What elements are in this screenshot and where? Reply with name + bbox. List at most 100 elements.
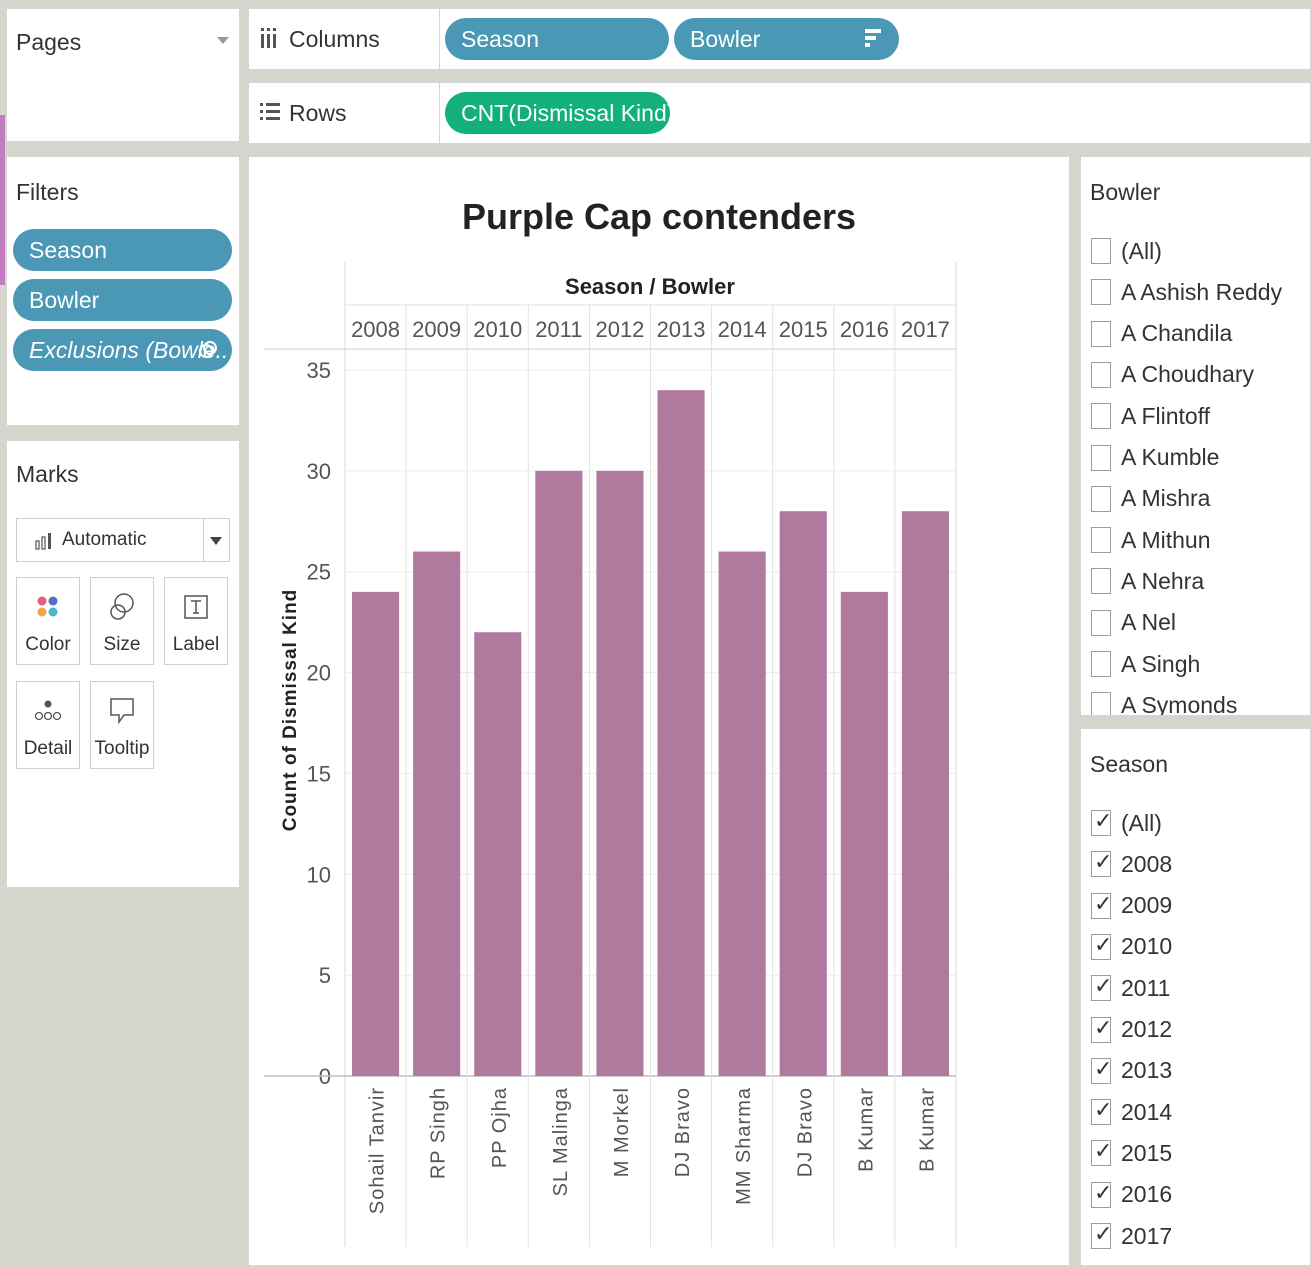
season-filter-option[interactable]: ✓ 2013 <box>1091 1056 1172 1086</box>
checkbox-checked[interactable]: ✓ <box>1091 932 1112 960</box>
bowler-filter-option[interactable]: A Mithun <box>1091 525 1211 555</box>
checkbox-checked[interactable]: ✓ <box>1091 849 1112 878</box>
bar[interactable] <box>718 551 766 1076</box>
season-filter-option-label: 2016 <box>1121 1181 1173 1208</box>
checkbox[interactable] <box>1091 320 1111 347</box>
column-pill-bowler[interactable]: Bowler <box>674 18 899 60</box>
season-filter-option-label: 2014 <box>1121 1098 1173 1125</box>
bowler-axis-label: SL Malinga <box>550 1087 572 1196</box>
checkbox-checked[interactable]: ✓ <box>1091 1015 1112 1043</box>
bowler-filter-option-label: A Chandila <box>1121 320 1233 347</box>
detail-button[interactable]: Detail <box>16 681 80 769</box>
bar-chart: Purple Cap contenders Season / Bowler Co… <box>264 196 957 1247</box>
bowler-filter-option[interactable]: A Mishra <box>1091 484 1210 514</box>
checkbox-checked[interactable]: ✓ <box>1091 891 1112 919</box>
season-header-label: 2015 <box>779 317 828 342</box>
bowler-filter-option-label: A Nel <box>1121 609 1176 636</box>
filter-pill-season[interactable]: Season <box>13 229 232 271</box>
season-filter-option[interactable]: ✓ 2011 <box>1091 973 1170 1003</box>
season-filter-option[interactable]: ✓ 2017 <box>1091 1221 1172 1251</box>
bowler-axis-label: M Morkel <box>611 1087 633 1177</box>
bowler-filter-option[interactable]: A Choudhary <box>1091 360 1254 390</box>
filter-pill-exclusions[interactable]: Exclusions (Bowle.. <box>13 329 232 371</box>
season-filter-option[interactable]: ✓ 2012 <box>1091 1015 1172 1045</box>
bar[interactable] <box>840 591 888 1076</box>
checkbox-checked[interactable]: ✓ <box>1091 973 1113 1002</box>
bowler-filter-option[interactable]: (All) <box>1091 236 1162 266</box>
bar[interactable] <box>474 632 522 1076</box>
label-button[interactable]: Label <box>164 577 228 665</box>
bowler-axis-label: Sohail Tanvir <box>367 1087 389 1214</box>
bowler-filter-card: Bowler (All) A Ashish Reddy A Chandila A Ch… <box>1080 156 1311 716</box>
bar[interactable] <box>901 511 949 1076</box>
rows-shelf: Rows CNT(Dismissal Kind) <box>248 82 1311 144</box>
season-filter-option[interactable]: ✓ (All) <box>1091 808 1162 838</box>
checkbox[interactable] <box>1091 568 1111 595</box>
checkbox[interactable] <box>1091 403 1111 430</box>
season-header-label: 2009 <box>412 317 461 342</box>
season-header-label: 2016 <box>840 317 889 342</box>
bowler-filter-option[interactable]: A Nehra <box>1091 566 1204 596</box>
checkbox[interactable] <box>1091 279 1111 306</box>
season-filter-option[interactable]: ✓ 2016 <box>1091 1180 1172 1210</box>
season-filter-option[interactable]: ✓ 2010 <box>1091 932 1172 962</box>
checkbox-checked[interactable]: ✓ <box>1091 1056 1112 1084</box>
bowler-filter-option[interactable]: A Singh <box>1091 649 1200 679</box>
checkbox-checked[interactable]: ✓ <box>1091 1097 1113 1126</box>
filter-pill-bowler[interactable]: Bowler <box>13 279 232 321</box>
checkbox[interactable] <box>1091 485 1111 512</box>
row-pill-cnt-dismissal-kind[interactable]: CNT(Dismissal Kind) <box>445 92 670 134</box>
size-button[interactable]: Size <box>90 577 154 665</box>
bowler-filter-option[interactable]: A Ashish Reddy <box>1091 277 1282 307</box>
checkbox[interactable] <box>1091 651 1111 677</box>
column-pill-season[interactable]: Season <box>445 18 669 60</box>
tooltip-button[interactable]: Tooltip <box>90 681 154 769</box>
check-icon: ✓ <box>1094 1097 1113 1123</box>
checkbox[interactable] <box>1091 692 1111 715</box>
checkbox-checked[interactable]: ✓ <box>1091 1221 1112 1249</box>
season-filter-option[interactable]: ✓ 2015 <box>1091 1138 1172 1168</box>
checkbox-checked[interactable]: ✓ <box>1091 808 1112 836</box>
season-header-label: 2017 <box>901 317 950 342</box>
bowler-filter-option[interactable]: A Kumble <box>1091 443 1219 473</box>
bar[interactable] <box>596 470 644 1076</box>
y-tick-label: 15 <box>307 761 331 786</box>
season-filter-option[interactable]: ✓ 2014 <box>1091 1097 1172 1127</box>
bar[interactable] <box>352 591 400 1076</box>
chevron-down-icon[interactable] <box>217 37 229 44</box>
checkbox[interactable] <box>1091 444 1111 471</box>
season-filter-option[interactable]: ✓ 2009 <box>1091 891 1172 921</box>
bowler-filter-option[interactable]: A Flintoff <box>1091 401 1210 431</box>
check-icon: ✓ <box>1094 1179 1113 1205</box>
check-icon: ✓ <box>1094 1138 1113 1164</box>
bowler-axis-label: DJ Bravo <box>672 1087 694 1177</box>
season-filter-option[interactable]: ✓ 2008 <box>1091 849 1172 879</box>
bowler-filter-option[interactable]: A Nel <box>1091 608 1176 638</box>
bowler-filter-option-label: A Choudhary <box>1121 361 1254 388</box>
mark-type-label: Automatic <box>62 529 147 550</box>
checkbox[interactable] <box>1091 238 1111 264</box>
bowler-filter-option[interactable]: A Chandila <box>1091 319 1232 349</box>
bar[interactable] <box>413 551 461 1076</box>
season-filter-option-label: 2012 <box>1121 1016 1173 1042</box>
checkbox-checked[interactable]: ✓ <box>1091 1138 1113 1167</box>
season-filter-option-label: 2009 <box>1121 892 1173 919</box>
tooltip-label: Tooltip <box>94 738 150 759</box>
bar[interactable] <box>657 390 705 1076</box>
y-tick-label: 5 <box>319 963 331 988</box>
bowler-filter-option[interactable]: A Symonds <box>1091 690 1237 715</box>
season-filter-card: Season ✓ (All) ✓ 2008 ✓ 2009 ✓ 2010 ✓ 2011 ✓ 2012 ✓ 2… <box>1080 728 1311 1266</box>
check-icon: ✓ <box>1094 973 1113 999</box>
mark-type-dropdown[interactable]: Automatic <box>16 518 230 562</box>
checkbox[interactable] <box>1091 609 1111 636</box>
checkbox[interactable] <box>1091 527 1111 554</box>
bar[interactable] <box>535 470 583 1076</box>
y-tick-label: 20 <box>307 661 331 686</box>
link-icon <box>199 341 217 358</box>
color-button[interactable]: Color <box>16 577 80 665</box>
bowler-axis-label: MM Sharma <box>733 1087 755 1205</box>
checkbox[interactable] <box>1091 361 1111 388</box>
bar[interactable] <box>779 511 827 1076</box>
filters-title: Filters <box>16 179 79 205</box>
checkbox-checked[interactable]: ✓ <box>1091 1179 1113 1208</box>
